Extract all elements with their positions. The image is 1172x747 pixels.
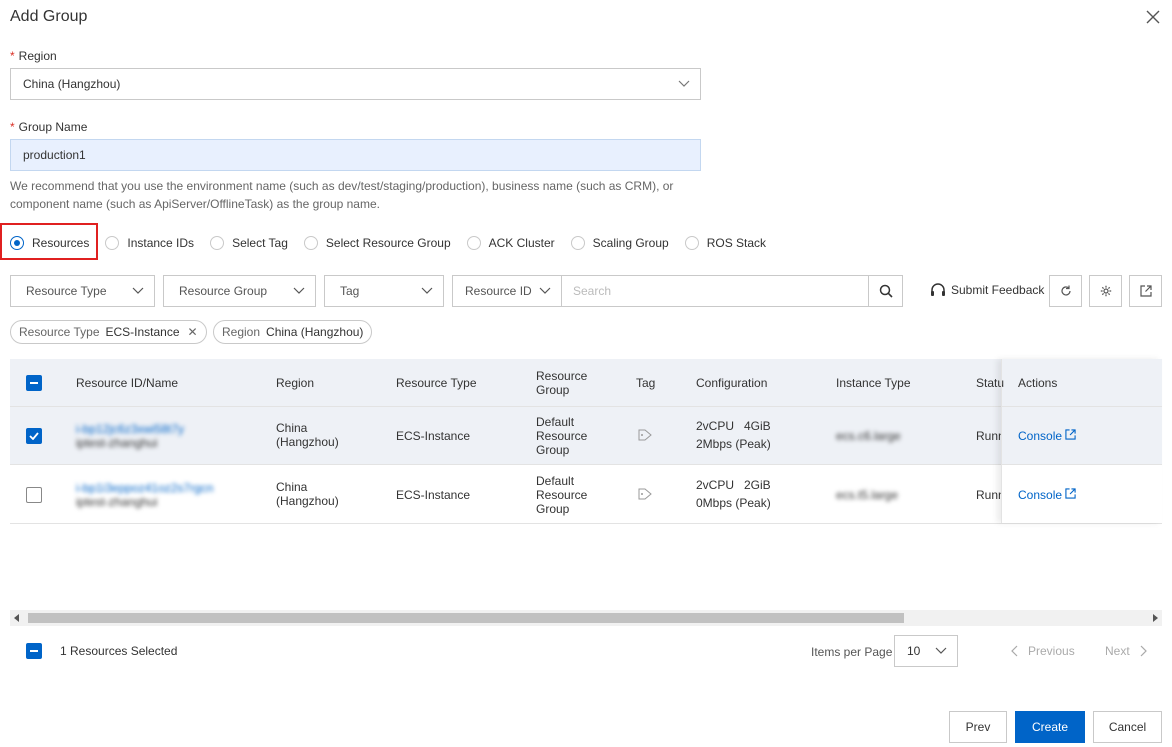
chevron-left-icon <box>1011 645 1018 657</box>
submit-feedback-link[interactable]: Submit Feedback <box>930 283 1044 297</box>
chevron-right-icon <box>1140 645 1147 657</box>
search-input[interactable]: Search <box>561 275 869 307</box>
resource-id-link[interactable]: i-bp1i3eppoz41oz2s7rgcn <box>76 481 213 495</box>
tag-icon[interactable] <box>638 429 652 441</box>
next-page-button[interactable]: Next <box>1105 644 1148 658</box>
gear-icon <box>1100 285 1112 297</box>
select-all-checkbox[interactable] <box>26 375 42 391</box>
radio-select-tag[interactable]: Select Tag <box>210 236 288 250</box>
chevron-down-icon <box>293 287 305 294</box>
create-button[interactable]: Create <box>1015 711 1085 743</box>
search-icon <box>879 284 893 298</box>
chevron-down-icon <box>539 287 551 294</box>
row-config-bandwidth: 2Mbps (Peak) <box>696 437 771 451</box>
row-status: Runn <box>976 429 1001 443</box>
col-resource-id: Resource ID/Name <box>76 376 179 390</box>
row-config-cpu: 2vCPU 4GiB <box>696 419 771 433</box>
row-resource-type: ECS-Instance <box>396 488 471 502</box>
row-instance-type: ecs.t5.large <box>836 488 899 502</box>
scrollbar-thumb[interactable] <box>28 613 904 623</box>
export-icon <box>1140 285 1152 297</box>
scroll-right-icon[interactable] <box>1153 614 1158 622</box>
row-resource-group: Default Resource Group <box>536 415 588 457</box>
radio-scaling-group[interactable]: Scaling Group <box>570 236 669 250</box>
items-per-page-label: Items per Page <box>811 645 893 659</box>
table-row: i-bp12jc6z3xwi58t7y iptest-zhanghui Chin… <box>10 407 1162 465</box>
resource-id-link[interactable]: i-bp12jc6z3xwi58t7y <box>76 422 184 436</box>
col-region: Region <box>276 376 315 390</box>
region-select[interactable]: China (Hangzhou) <box>10 68 701 100</box>
search-button[interactable] <box>868 275 903 307</box>
row-checkbox[interactable] <box>26 428 42 444</box>
row-resource-type: ECS-Instance <box>396 429 471 443</box>
col-tag: Tag <box>636 376 656 390</box>
source-radio-group: Resources Instance IDs Select Tag Select… <box>10 231 782 255</box>
tag-filter[interactable]: Tag <box>324 275 444 307</box>
resource-type-filter[interactable]: Resource Type <box>10 275 155 307</box>
row-region: China (Hangzhou) <box>276 480 339 508</box>
resource-name: iptest-zhanghui <box>76 495 158 509</box>
close-icon[interactable] <box>1144 8 1162 26</box>
tag-icon[interactable] <box>638 488 652 500</box>
col-resource-group: Resource Group <box>536 369 588 397</box>
table-header: Resource ID/Name Region Resource Type Re… <box>10 359 1162 407</box>
selected-count: 1 Resources Selected <box>60 644 178 658</box>
resource-id-select[interactable]: Resource ID <box>452 275 562 307</box>
group-name-input[interactable] <box>10 139 701 171</box>
chevron-down-icon <box>132 287 144 294</box>
row-config-cpu: 2vCPU 2GiB <box>696 478 771 492</box>
check-icon <box>29 432 39 440</box>
table-row: i-bp1i3eppoz41oz2s7rgcn iptest-zhanghui … <box>10 466 1162 524</box>
group-name-label: * Group Name <box>10 120 88 134</box>
row-checkbox[interactable] <box>26 487 42 503</box>
row-region: China (Hangzhou) <box>276 421 339 449</box>
radio-select-resource-group[interactable]: Select Resource Group <box>303 236 451 250</box>
col-resource-type: Resource Type <box>396 376 477 390</box>
radio-resources[interactable]: Resources <box>10 236 89 250</box>
row-status: Runn <box>976 488 1001 502</box>
headset-icon <box>931 283 945 296</box>
chevron-down-icon <box>421 287 433 294</box>
refresh-button[interactable] <box>1049 275 1082 307</box>
export-button[interactable] <box>1129 275 1162 307</box>
items-per-page-select[interactable]: 10 <box>894 635 958 667</box>
row-resource-group: Default Resource Group <box>536 474 588 516</box>
resource-name: iptest-zhanghui <box>76 436 158 450</box>
actions-column-shadow <box>1001 359 1162 523</box>
chevron-down-icon <box>678 80 690 87</box>
region-label: * Region <box>10 49 57 63</box>
cancel-button[interactable]: Cancel <box>1093 711 1162 743</box>
row-instance-type: ecs.c6.large <box>836 429 901 443</box>
col-configuration: Configuration <box>696 376 768 390</box>
col-instance-type: Instance Type <box>836 376 911 390</box>
prev-button[interactable]: Prev <box>949 711 1007 743</box>
close-icon[interactable]: ✕ <box>188 325 198 339</box>
radio-ros-stack[interactable]: ROS Stack <box>684 236 766 250</box>
dialog-title: Add Group <box>10 8 88 25</box>
refresh-icon <box>1061 285 1071 296</box>
previous-page-button[interactable]: Previous <box>1010 644 1075 658</box>
radio-instance-ids[interactable]: Instance IDs <box>105 236 194 250</box>
chevron-down-icon <box>935 647 947 654</box>
resource-group-filter[interactable]: Resource Group <box>163 275 316 307</box>
row-config-bandwidth: 0Mbps (Peak) <box>696 496 771 510</box>
settings-button[interactable] <box>1089 275 1122 307</box>
filter-chip-region: Region China (Hangzhou) <box>213 320 373 344</box>
footer-select-checkbox[interactable] <box>26 643 42 659</box>
col-status: Statu <box>976 376 1005 390</box>
radio-ack-cluster[interactable]: ACK Cluster <box>466 236 555 250</box>
scroll-left-icon[interactable] <box>14 614 19 622</box>
group-name-hint: We recommend that you use the environmen… <box>10 179 674 211</box>
filter-chip-resource-type: Resource Type ECS-Instance ✕ <box>10 320 207 344</box>
horizontal-scrollbar[interactable] <box>10 610 1162 626</box>
